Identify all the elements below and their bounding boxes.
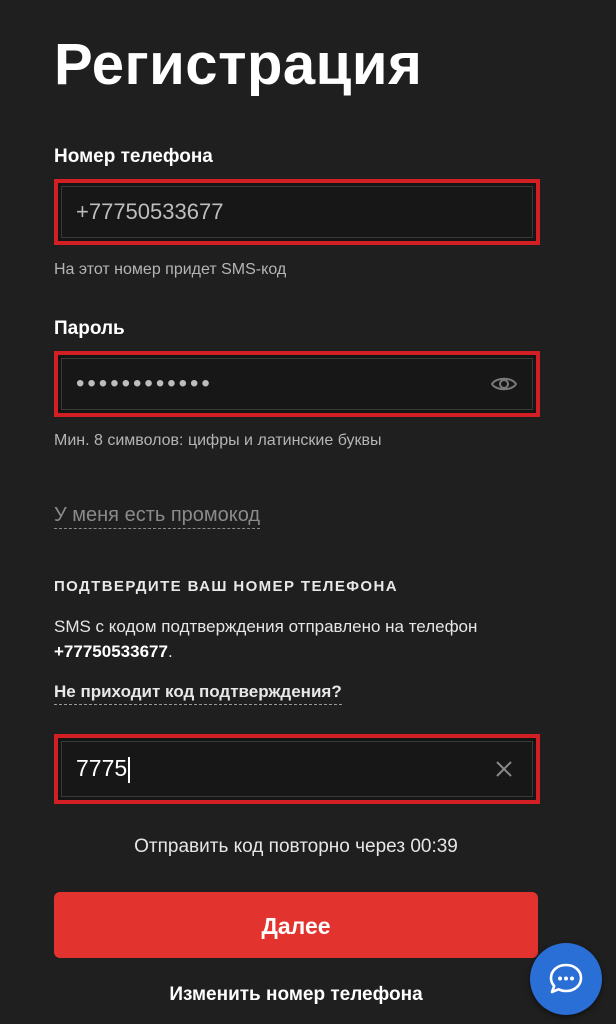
change-phone-link[interactable]: Изменить номер телефона (0, 984, 592, 1006)
resend-timer-text: Отправить код повторно через 00:39 (134, 836, 458, 857)
phone-input[interactable]: +77750533677 (76, 199, 223, 225)
sms-phone-number: +77750533677 (54, 642, 168, 661)
eye-icon[interactable] (490, 374, 518, 394)
page-title: Регистрация (54, 32, 423, 97)
password-input[interactable]: •••••••••••• (76, 370, 213, 398)
next-button[interactable]: Далее (54, 892, 538, 958)
chat-button[interactable] (530, 943, 602, 1015)
code-input[interactable]: 7775 (76, 755, 131, 783)
text-caret (128, 756, 131, 783)
phone-hint: На этот номер придет SMS-код (54, 261, 287, 278)
confirm-heading: ПОДТВЕРДИТЕ ВАШ НОМЕР ТЕЛЕФОНА (54, 578, 398, 595)
phone-label: Номер телефона (54, 146, 213, 167)
sms-sent-text: SMS с кодом подтверждения отправлено на … (54, 614, 524, 664)
password-field[interactable]: •••••••••••• (54, 351, 540, 417)
password-label: Пароль (54, 318, 125, 339)
promo-code-link[interactable]: У меня есть промокод (54, 504, 261, 529)
phone-field[interactable]: +77750533677 (54, 179, 540, 245)
sms-text-suffix: . (167, 642, 173, 661)
no-code-link[interactable]: Не приходит код подтверждения? (54, 682, 342, 705)
code-field-inner (61, 741, 533, 797)
password-hint: Мин. 8 символов: цифры и латинские буквы (54, 432, 382, 449)
sms-text-prefix: SMS с кодом подтверждения отправлено на … (54, 617, 478, 636)
code-input-text: 7775 (76, 755, 128, 782)
code-field[interactable]: 7775 (54, 734, 540, 804)
close-icon[interactable] (494, 759, 514, 779)
